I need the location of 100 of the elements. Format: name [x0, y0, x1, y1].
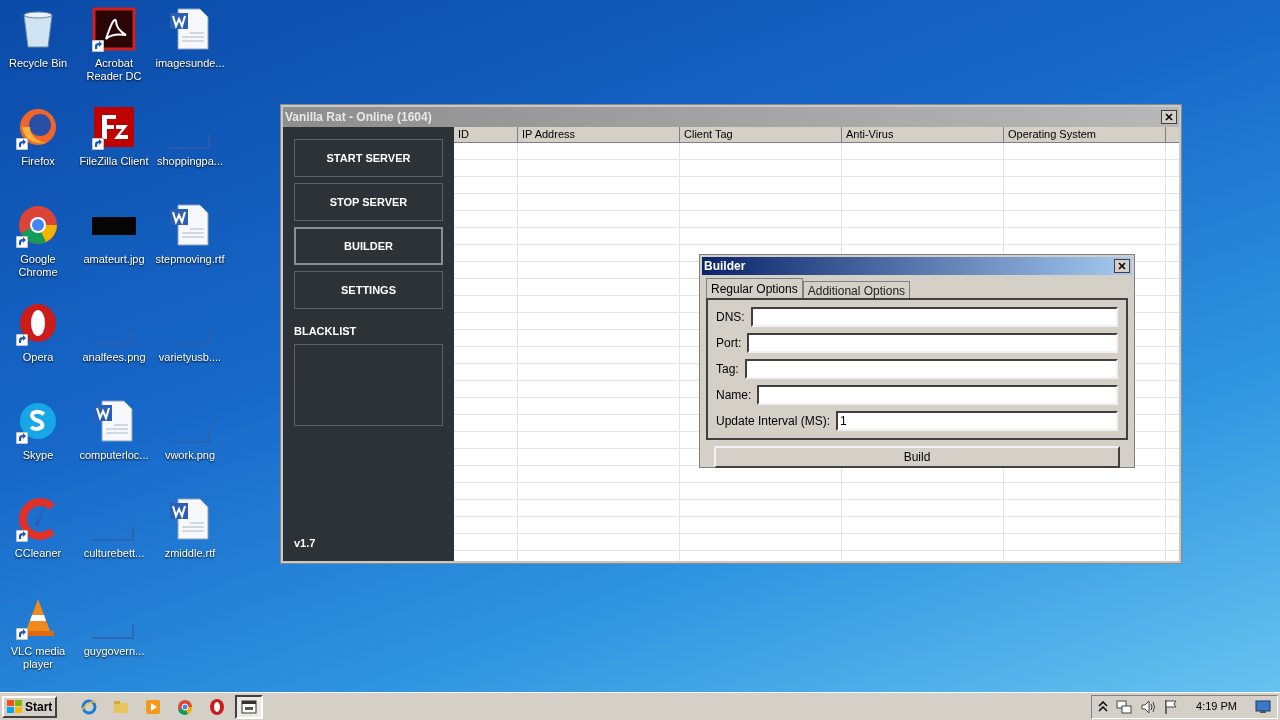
taskbar-app-button[interactable]: [235, 694, 264, 719]
image-thumbnail-icon: [92, 625, 134, 639]
desktop-icon[interactable]: analfees.png: [76, 300, 152, 398]
text-field[interactable]: [757, 385, 1118, 405]
text-field[interactable]: 1: [836, 411, 1118, 431]
internet-explorer-icon: [80, 697, 99, 716]
image-thumbnail-icon: [92, 331, 134, 345]
image-thumbnail-icon: [92, 527, 134, 541]
desktop-icon[interactable]: vwork.png: [152, 398, 228, 496]
opera-icon: [208, 697, 227, 716]
field-label: DNS:: [716, 309, 745, 326]
desktop-icon-label: Google Chrome: [17, 253, 59, 279]
clock[interactable]: 4:19 PM: [1186, 698, 1247, 715]
desktop-icon-label: guygovern...: [82, 645, 146, 658]
shortcut-arrow-icon: [16, 138, 28, 150]
word-document-icon: [168, 203, 212, 247]
close-icon: [1165, 113, 1173, 121]
shortcut-arrow-icon: [16, 334, 28, 346]
sidebar-button[interactable]: STOP SERVER: [294, 183, 443, 221]
column-header[interactable]: Client Tag: [680, 127, 842, 142]
desktop-icon-label: Recycle Bin: [7, 57, 69, 70]
start-button[interactable]: Start: [2, 695, 58, 718]
desktop-icon-label: culturebett...: [82, 547, 146, 560]
version-label: v1.7: [294, 535, 317, 551]
sidebar-button[interactable]: START SERVER: [294, 139, 443, 177]
desktop-icon[interactable]: zmiddle.rtf: [152, 496, 228, 594]
sidebar-button[interactable]: BUILDER: [294, 227, 443, 265]
desktop-icon-label: imagesunde...: [154, 57, 226, 70]
desktop-icon[interactable]: Firefox: [0, 104, 76, 202]
desktop-icon[interactable]: Skype: [0, 398, 76, 496]
close-button[interactable]: [1114, 259, 1130, 273]
network-icon[interactable]: [1116, 698, 1133, 715]
desktop-icon[interactable]: computerloc...: [76, 398, 152, 496]
desktop-icon[interactable]: Acrobat Reader DC: [76, 6, 152, 104]
sidebar-button[interactable]: SETTINGS: [294, 271, 443, 309]
close-button[interactable]: [1161, 110, 1177, 124]
desktop-icon-label: FileZilla Client: [78, 155, 150, 168]
dialog-title: Builder: [704, 258, 746, 275]
word-document-icon: [168, 497, 212, 541]
desktop-icon-label: Skype: [21, 449, 55, 462]
desktop-icon-label: shoppingpa...: [155, 155, 225, 168]
shortcut-arrow-icon: [16, 530, 28, 542]
desktop-icon[interactable]: amateurt.jpg: [76, 202, 152, 300]
application-window-icon: [240, 697, 259, 716]
desktop-icon[interactable]: VLC media player: [0, 594, 76, 692]
field-label: Port:: [716, 335, 742, 352]
windows-logo-icon: [7, 699, 23, 714]
shortcut-arrow-icon: [92, 40, 104, 52]
shortcut-arrow-icon: [16, 432, 28, 444]
desktop-icon[interactable]: imagesunde...: [152, 6, 228, 104]
acrobat-icon: [92, 7, 136, 51]
text-field[interactable]: [750, 307, 1118, 327]
image-thumbnail-icon: [168, 429, 210, 443]
desktop-icon[interactable]: culturebett...: [76, 496, 152, 594]
desktop-icon-label: amateurt.jpg: [82, 253, 146, 266]
desktop-icon-label: CCleaner: [13, 547, 63, 560]
image-thumbnail-icon: [168, 331, 210, 345]
build-button[interactable]: Build: [714, 446, 1120, 468]
image-thumbnail-icon: [168, 135, 210, 149]
desktop-icon[interactable]: Google Chrome: [0, 202, 76, 300]
shortcut-arrow-icon: [92, 138, 104, 150]
column-header[interactable]: IP Address: [518, 127, 680, 142]
dialog-tab[interactable]: Additional Options: [802, 281, 911, 298]
flag-icon[interactable]: [1164, 698, 1179, 715]
desktop-icon-label: varietyusb....: [157, 351, 223, 364]
column-header[interactable]: ID: [454, 127, 518, 142]
close-icon: [1118, 262, 1126, 270]
field-label: Tag:: [716, 361, 739, 378]
desktop-icon[interactable]: stepmoving.rtf: [152, 202, 228, 300]
window-title: Vanilla Rat - Online (1604): [285, 109, 432, 126]
show-desktop-icon[interactable]: [1255, 699, 1271, 714]
chrome-icon: [16, 203, 60, 247]
desktop-icon-label: Firefox: [20, 155, 56, 168]
word-document-icon: [168, 7, 212, 51]
filezilla-icon: [92, 105, 136, 149]
dialog-tab[interactable]: Regular Options: [706, 278, 803, 298]
desktop-icon-label: Acrobat Reader DC: [85, 57, 143, 83]
media-player-icon: [144, 697, 163, 716]
desktop-icon[interactable]: shoppingpa...: [152, 104, 228, 202]
shortcut-arrow-icon: [16, 628, 28, 640]
desktop-icon-label: zmiddle.rtf: [163, 547, 217, 560]
text-field[interactable]: [744, 359, 1118, 379]
text-field[interactable]: [747, 333, 1118, 353]
column-header[interactable]: Anti-Virus: [842, 127, 1004, 142]
desktop-icon-label: stepmoving.rtf: [154, 253, 226, 266]
word-document-icon: [92, 399, 136, 443]
speaker-icon[interactable]: [1140, 698, 1157, 715]
desktop-icon[interactable]: varietyusb....: [152, 300, 228, 398]
desktop-icon[interactable]: guygovern...: [76, 594, 152, 692]
desktop-icon-label: Opera: [21, 351, 55, 364]
chevron-up-icon[interactable]: [1098, 700, 1109, 713]
desktop-icon-label: analfees.png: [81, 351, 147, 364]
desktop-icon[interactable]: Opera: [0, 300, 76, 398]
field-label: Update Interval (MS):: [716, 413, 831, 430]
field-label: Name:: [716, 387, 752, 404]
desktop-icon[interactable]: Recycle Bin: [0, 6, 76, 104]
column-header[interactable]: Operating System: [1004, 127, 1166, 142]
desktop-icon[interactable]: CCleaner: [0, 496, 76, 594]
desktop-icon[interactable]: FileZilla Client: [76, 104, 152, 202]
blacklist-label: BLACKLIST: [294, 324, 358, 339]
